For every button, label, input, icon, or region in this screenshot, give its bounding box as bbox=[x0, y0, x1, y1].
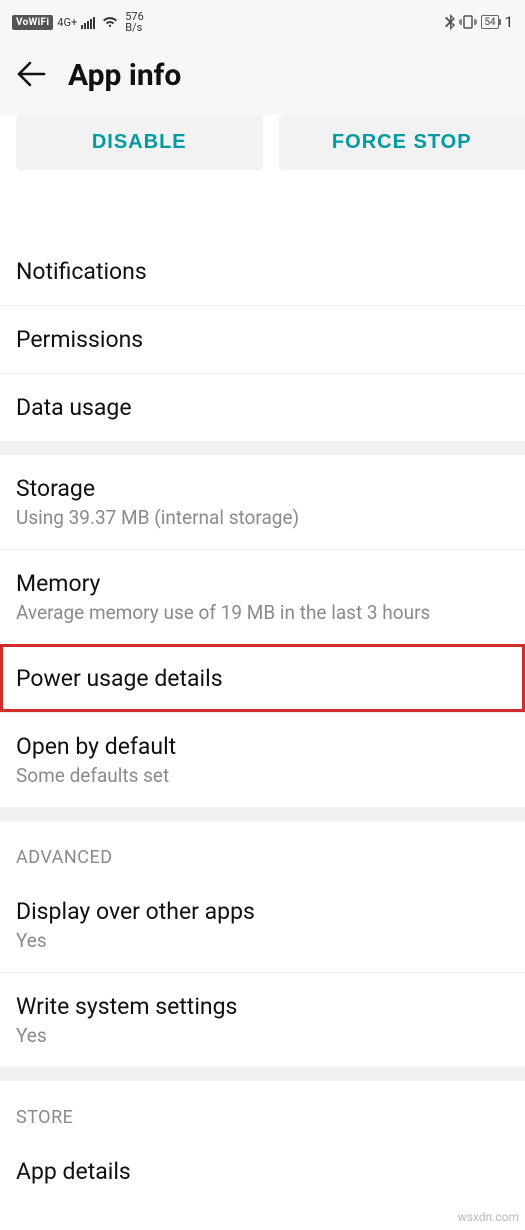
status-right: 54 1 bbox=[445, 13, 513, 31]
memory-row[interactable]: Memory Average memory use of 19 MB in th… bbox=[0, 549, 525, 644]
app-details-title: App details bbox=[16, 1158, 509, 1185]
display-over-apps-row[interactable]: Display over other apps Yes bbox=[0, 878, 525, 972]
write-system-settings-row[interactable]: Write system settings Yes bbox=[0, 972, 525, 1067]
section-gap-3 bbox=[0, 1067, 525, 1081]
battery-level: 54 bbox=[484, 17, 495, 28]
watermark: wsxdn.com bbox=[458, 1210, 519, 1224]
notifications-label: Notifications bbox=[16, 258, 509, 285]
open-by-default-row[interactable]: Open by default Some defaults set bbox=[0, 712, 525, 807]
battery-icon: 54 bbox=[481, 15, 498, 29]
advanced-header: ADVANCED bbox=[0, 821, 525, 878]
power-usage-title: Power usage details bbox=[16, 665, 509, 692]
bluetooth-icon bbox=[445, 14, 455, 30]
memory-title: Memory bbox=[16, 570, 509, 597]
storage-row[interactable]: Storage Using 39.37 MB (internal storage… bbox=[0, 455, 525, 549]
group-basic: Notifications Permissions Data usage bbox=[0, 238, 525, 441]
net-speed: 576 B/s bbox=[125, 11, 144, 33]
app-details-row[interactable]: App details bbox=[0, 1138, 525, 1195]
write-system-settings-title: Write system settings bbox=[16, 993, 509, 1020]
write-system-settings-sub: Yes bbox=[16, 1024, 509, 1047]
group-advanced: ADVANCED Display over other apps Yes Wri… bbox=[0, 821, 525, 1067]
permissions-row[interactable]: Permissions bbox=[0, 305, 525, 373]
open-by-default-title: Open by default bbox=[16, 733, 509, 760]
net-speed-unit: B/s bbox=[125, 22, 144, 33]
wifi-icon bbox=[101, 15, 119, 29]
power-usage-row[interactable]: Power usage details bbox=[0, 644, 525, 712]
vowifi-badge: VoWiFi bbox=[12, 15, 53, 30]
action-row: DISABLE FORCE STOP bbox=[0, 115, 525, 194]
permissions-label: Permissions bbox=[16, 326, 509, 353]
vibrate-icon bbox=[459, 14, 477, 30]
section-gap-2 bbox=[0, 807, 525, 821]
storage-title: Storage bbox=[16, 475, 509, 502]
status-left: VoWiFi 4G+ 576 B/s bbox=[12, 11, 144, 33]
display-over-apps-title: Display over other apps bbox=[16, 898, 509, 925]
storage-sub: Using 39.37 MB (internal storage) bbox=[16, 506, 509, 529]
section-gap bbox=[0, 441, 525, 455]
network-gen-label: 4G+ bbox=[57, 16, 77, 29]
signal-bars-icon bbox=[81, 15, 97, 29]
data-usage-row[interactable]: Data usage bbox=[0, 373, 525, 441]
status-trail-text: 1 bbox=[503, 13, 513, 31]
display-over-apps-sub: Yes bbox=[16, 929, 509, 952]
data-usage-label: Data usage bbox=[16, 394, 509, 421]
app-bar: App info bbox=[0, 40, 525, 115]
disable-button[interactable]: DISABLE bbox=[16, 115, 263, 170]
force-stop-button[interactable]: FORCE STOP bbox=[279, 115, 525, 170]
status-bar: VoWiFi 4G+ 576 B/s 54 1 bbox=[0, 0, 525, 40]
open-by-default-sub: Some defaults set bbox=[16, 764, 509, 787]
back-arrow-icon[interactable] bbox=[16, 59, 46, 93]
store-header: STORE bbox=[0, 1081, 525, 1138]
memory-sub: Average memory use of 19 MB in the last … bbox=[16, 601, 509, 624]
group-resources: Storage Using 39.37 MB (internal storage… bbox=[0, 455, 525, 807]
page-title: App info bbox=[68, 58, 181, 93]
notifications-row[interactable]: Notifications bbox=[0, 238, 525, 305]
group-store: STORE App details bbox=[0, 1081, 525, 1195]
